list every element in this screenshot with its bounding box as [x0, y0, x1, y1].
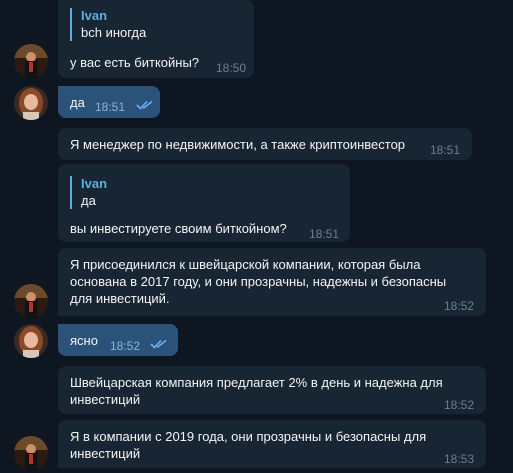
reply-quote[interactable]: Ivan да: [70, 176, 107, 209]
message-bubble[interactable]: Ivan да вы инвестируете своим биткойном?…: [58, 164, 350, 242]
message-bubble[interactable]: Швейцарская компания предлагает 2% в ден…: [58, 366, 486, 414]
own-avatar[interactable]: [14, 324, 48, 358]
message-text: ясно: [70, 333, 98, 348]
message-time: 18:52: [444, 299, 475, 313]
message-bubble[interactable]: Я менеджер по недвижимости, а также крип…: [58, 128, 472, 160]
sender-avatar[interactable]: [14, 436, 48, 470]
sender-avatar[interactable]: [14, 44, 48, 78]
message-text: да: [70, 95, 85, 110]
message-bubble[interactable]: Я присоединился к швейцарской компании, …: [58, 248, 486, 316]
double-check-icon: [150, 339, 167, 349]
message-time: 18:50: [216, 61, 247, 75]
quote-author: Ivan: [81, 8, 108, 23]
message-text: вы инвестируете своим биткойном?: [70, 221, 287, 236]
message-bubble[interactable]: да 18:51: [58, 86, 160, 118]
message-time: 18:53: [444, 452, 475, 466]
message-text-line: Швейцарская компания предлагает 2% в ден…: [70, 375, 443, 390]
message-text-line: инвестиций: [70, 446, 141, 461]
message-bubble[interactable]: Я в компании с 2019 года, они прозрачны …: [58, 420, 486, 468]
chat-history[interactable]: Ivan bch иногда у вас есть биткойны? 18:…: [0, 0, 513, 473]
message-text-line: Я присоединился к швейцарской компании, …: [70, 257, 421, 272]
quote-text: bch иногда: [81, 25, 147, 40]
quote-author: Ivan: [81, 176, 108, 191]
message-text: у вас есть биткойны?: [70, 55, 200, 70]
sender-avatar[interactable]: [14, 284, 48, 318]
message-text: Я менеджер по недвижимости, а также крип…: [70, 137, 406, 152]
message-text-line: инвестиций: [70, 392, 141, 407]
message-text-line: основана в 2017 году, и они прозрачны, н…: [70, 274, 447, 289]
own-avatar[interactable]: [14, 86, 48, 120]
message-text-line: для инвестиций.: [70, 291, 170, 306]
message-time: 18:52: [444, 398, 475, 412]
quote-text: да: [81, 193, 96, 208]
message-time: 18:51: [430, 143, 461, 157]
double-check-icon: [136, 100, 153, 110]
message-bubble[interactable]: ясно 18:52: [58, 324, 178, 356]
message-text-line: Я в компании с 2019 года, они прозрачны …: [70, 429, 427, 444]
message-time: 18:51: [95, 100, 126, 114]
message-time: 18:52: [110, 339, 141, 353]
message-bubble[interactable]: Ivan bch иногда у вас есть биткойны? 18:…: [58, 0, 254, 78]
message-time: 18:51: [309, 227, 340, 241]
reply-quote[interactable]: Ivan bch иногда: [70, 8, 146, 41]
